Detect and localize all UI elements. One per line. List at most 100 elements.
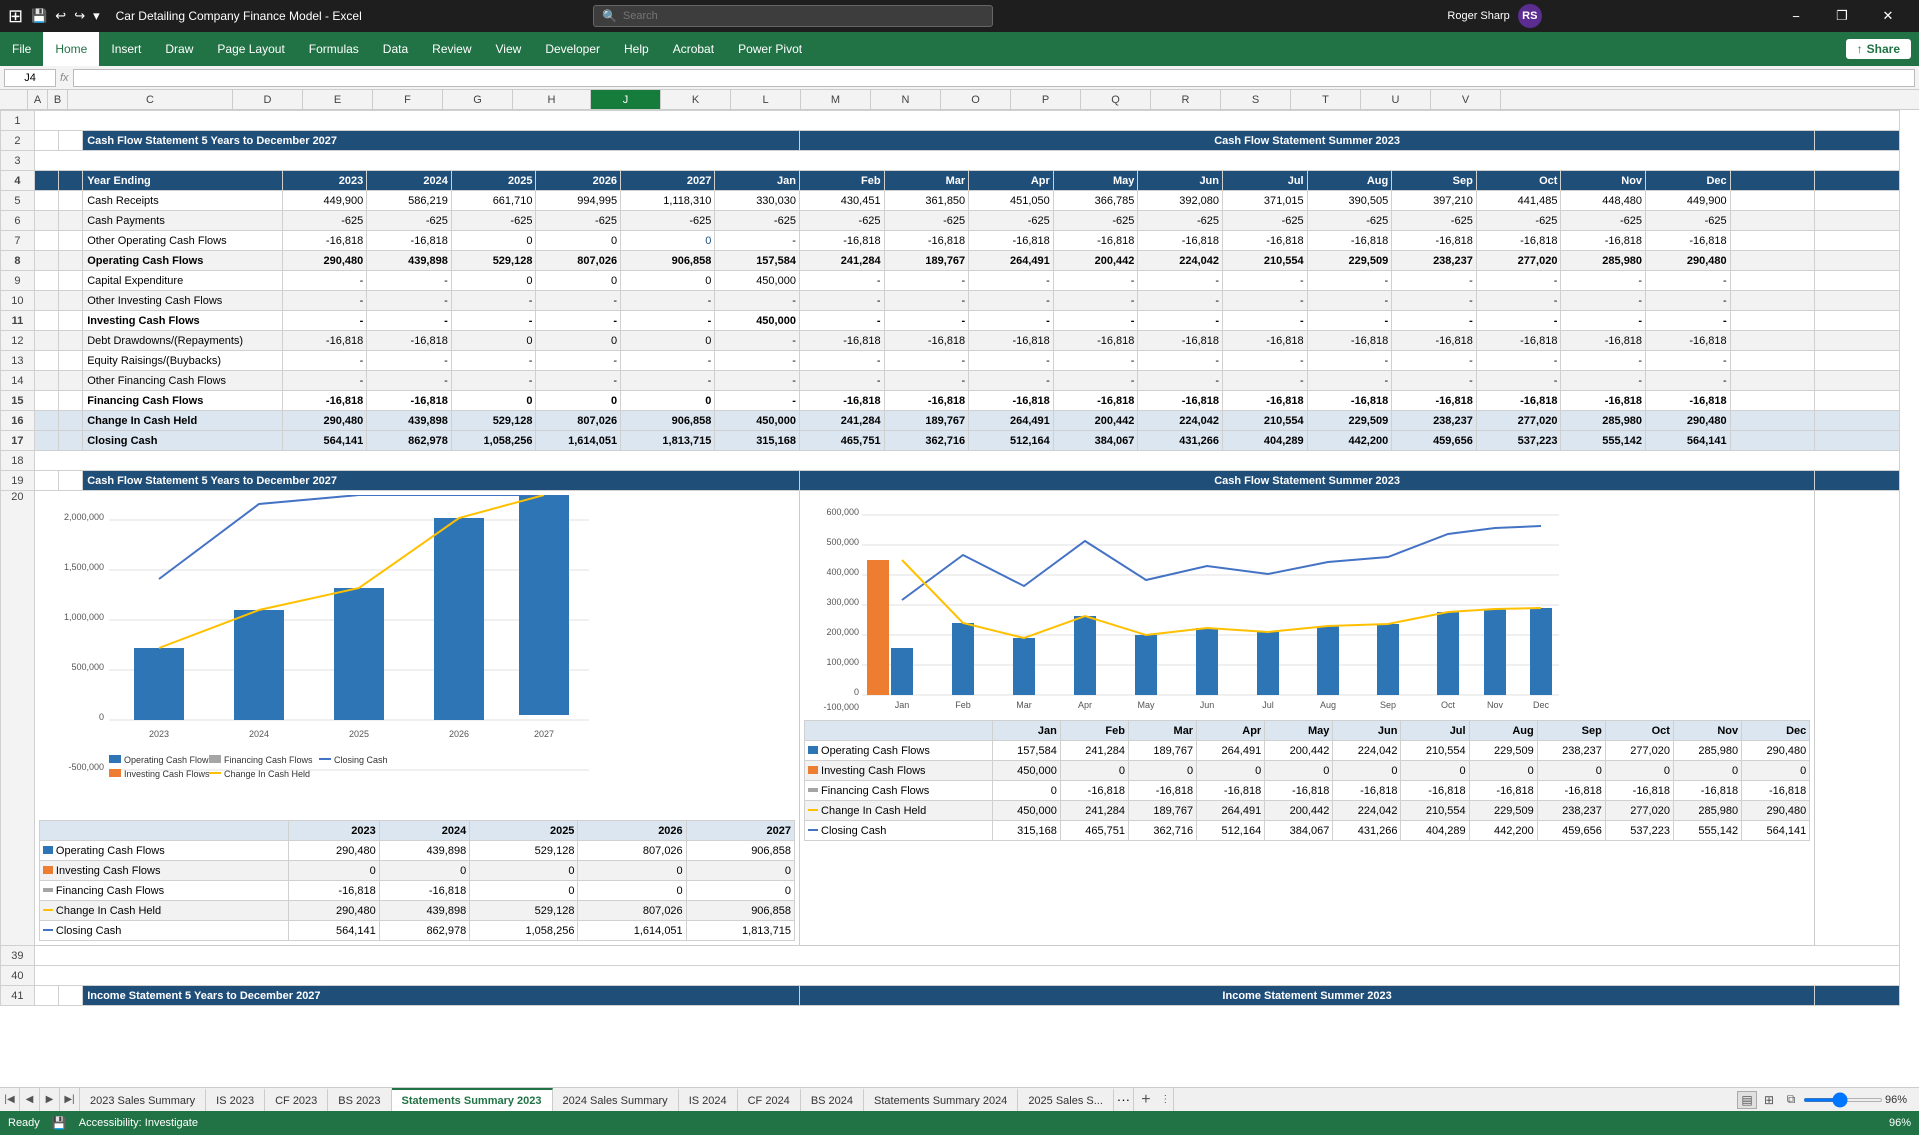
redo-icon[interactable]: ↪ [74,8,85,24]
svg-text:Change In Cash Held: Change In Cash Held [224,769,310,779]
sheet-tab-2023-sales[interactable]: 2023 Sales Summary [80,1088,206,1111]
svg-text:May: May [1137,700,1155,710]
cf-header-right: Cash Flow Statement Summer 2023 [799,131,1814,151]
col-T: T [1291,90,1361,109]
svg-text:100,000: 100,000 [826,657,859,667]
tab-help[interactable]: Help [612,32,661,66]
save-icon-status: 💾 [52,1116,67,1130]
tab-more-button[interactable]: ··· [1114,1088,1134,1111]
tab-data[interactable]: Data [371,32,420,66]
svg-text:500,000: 500,000 [826,537,859,547]
svg-text:2023: 2023 [149,729,169,739]
zoom-level: 96% [1885,1094,1915,1106]
svg-text:Closing Cash: Closing Cash [334,755,388,765]
sheet-tab-bs2024[interactable]: BS 2024 [801,1088,864,1111]
chart-left-legend-table: 2023 2024 2025 2026 2027 Operating Cash … [39,820,795,941]
svg-text:Aug: Aug [1320,700,1336,710]
file-title: Car Detailing Company Finance Model - Ex… [116,9,362,23]
col-A: A [28,90,48,109]
tab-home[interactable]: Home [43,32,99,66]
minimize-button[interactable]: − [1773,0,1819,32]
sheet-tab-is2024[interactable]: IS 2024 [679,1088,738,1111]
col-H: H [513,90,591,109]
tab-power-pivot[interactable]: Power Pivot [726,32,814,66]
svg-text:0: 0 [99,712,104,722]
table-row: 10 Other Investing Cash Flows - - - - - … [1,291,1900,311]
col-L: L [731,90,801,109]
table-row: 13 Equity Raisings/(Buybacks) - - - - - … [1,351,1900,371]
col-O: O [941,90,1011,109]
table-row: 5 Cash Receipts 449,900 586,219 661,710 … [1,191,1900,211]
spreadsheet-grid: 1 2 Cash Flow Statement 5 Years to Decem… [0,110,1900,1006]
add-sheet-button[interactable]: + [1134,1088,1158,1111]
tab-view[interactable]: View [484,32,534,66]
share-button[interactable]: ↑ Share [1846,39,1911,59]
tab-file[interactable]: File [0,32,43,66]
tab-page-layout[interactable]: Page Layout [205,32,296,66]
restore-button[interactable]: ❐ [1819,0,1865,32]
tab-nav-next[interactable]: ▶ [40,1088,60,1111]
page-layout-view-button[interactable]: ⊞ [1759,1091,1779,1109]
table-row: 8 Operating Cash Flows 290,480 439,898 5… [1,251,1900,271]
sheet-tab-cf2024[interactable]: CF 2024 [738,1088,801,1111]
status-bar: Ready 💾 Accessibility: Investigate 96% [0,1111,1919,1135]
excel-icon: ⊞ [8,6,23,27]
column-headers: A B C D E F G H J K L M N O P Q R S T U … [0,90,1919,110]
table-row: 41 Income Statement 5 Years to December … [1,986,1900,1006]
table-row: 18 [1,451,1900,471]
window-controls: − ❐ ✕ [1773,0,1911,32]
tab-acrobat[interactable]: Acrobat [661,32,726,66]
share-icon: ↑ [1857,42,1863,56]
svg-text:500,000: 500,000 [71,662,104,672]
svg-text:2,000,000: 2,000,000 [64,512,104,522]
svg-text:Financing Cash Flows: Financing Cash Flows [224,755,313,765]
svg-text:2027: 2027 [534,729,554,739]
tab-formulas[interactable]: Formulas [297,32,371,66]
tab-nav-first[interactable]: |◀ [0,1088,20,1111]
tab-draw[interactable]: Draw [153,32,205,66]
tab-insert[interactable]: Insert [99,32,153,66]
svg-text:Nov: Nov [1487,700,1504,710]
search-icon: 🔍 [602,9,617,23]
table-row: 14 Other Financing Cash Flows - - - - - … [1,371,1900,391]
search-box[interactable]: 🔍 [593,5,993,27]
sheet-tab-statements-2023[interactable]: Statements Summary 2023 [392,1088,553,1111]
sheet-tab-cf2023[interactable]: CF 2023 [265,1088,328,1111]
table-row: 4 Year Ending 2023 2024 2025 2026 2027 J… [1,171,1900,191]
table-row: 19 Cash Flow Statement 5 Years to Decemb… [1,471,1900,491]
tab-review[interactable]: Review [420,32,483,66]
page-break-view-button[interactable]: ⧉ [1781,1091,1801,1109]
zoom-slider[interactable] [1803,1098,1883,1102]
svg-text:200,000: 200,000 [826,627,859,637]
svg-text:1,000,000: 1,000,000 [64,612,104,622]
sheet-tab-is2023[interactable]: IS 2023 [206,1088,265,1111]
formula-bar: fx [0,66,1919,90]
undo-icon[interactable]: ↩ [55,8,66,24]
col-C: C [68,90,233,109]
tab-developer[interactable]: Developer [533,32,612,66]
sheet-tab-2024-sales[interactable]: 2024 Sales Summary [553,1088,679,1111]
svg-text:Jan: Jan [895,700,910,710]
table-row: 16 Change In Cash Held 290,480 439,898 5… [1,411,1900,431]
save-icon[interactable]: 💾 [31,8,47,24]
avatar[interactable]: RS [1518,4,1542,28]
name-box[interactable] [4,69,56,87]
svg-text:-100,000: -100,000 [823,702,859,712]
sheet-tab-bs2023[interactable]: BS 2023 [328,1088,391,1111]
sheet-tab-statements-2024[interactable]: Statements Summary 2024 [864,1088,1018,1111]
normal-view-button[interactable]: ▤ [1737,1091,1757,1109]
tab-nav-last[interactable]: ▶| [60,1088,80,1111]
svg-text:Jul: Jul [1262,700,1274,710]
customize-icon[interactable]: ▾ [93,8,100,24]
formula-input[interactable] [73,69,1915,87]
col-V: V [1431,90,1501,109]
col-S: S [1221,90,1291,109]
sheet-tab-2025-sales[interactable]: 2025 Sales S... [1018,1088,1114,1111]
close-button[interactable]: ✕ [1865,0,1911,32]
search-input[interactable] [623,10,984,22]
tab-nav-prev[interactable]: ◀ [20,1088,40,1111]
col-N: N [871,90,941,109]
svg-text:Mar: Mar [1016,700,1032,710]
tab-vert-dots[interactable]: ⋮ [1158,1088,1174,1111]
col-B: B [48,90,68,109]
